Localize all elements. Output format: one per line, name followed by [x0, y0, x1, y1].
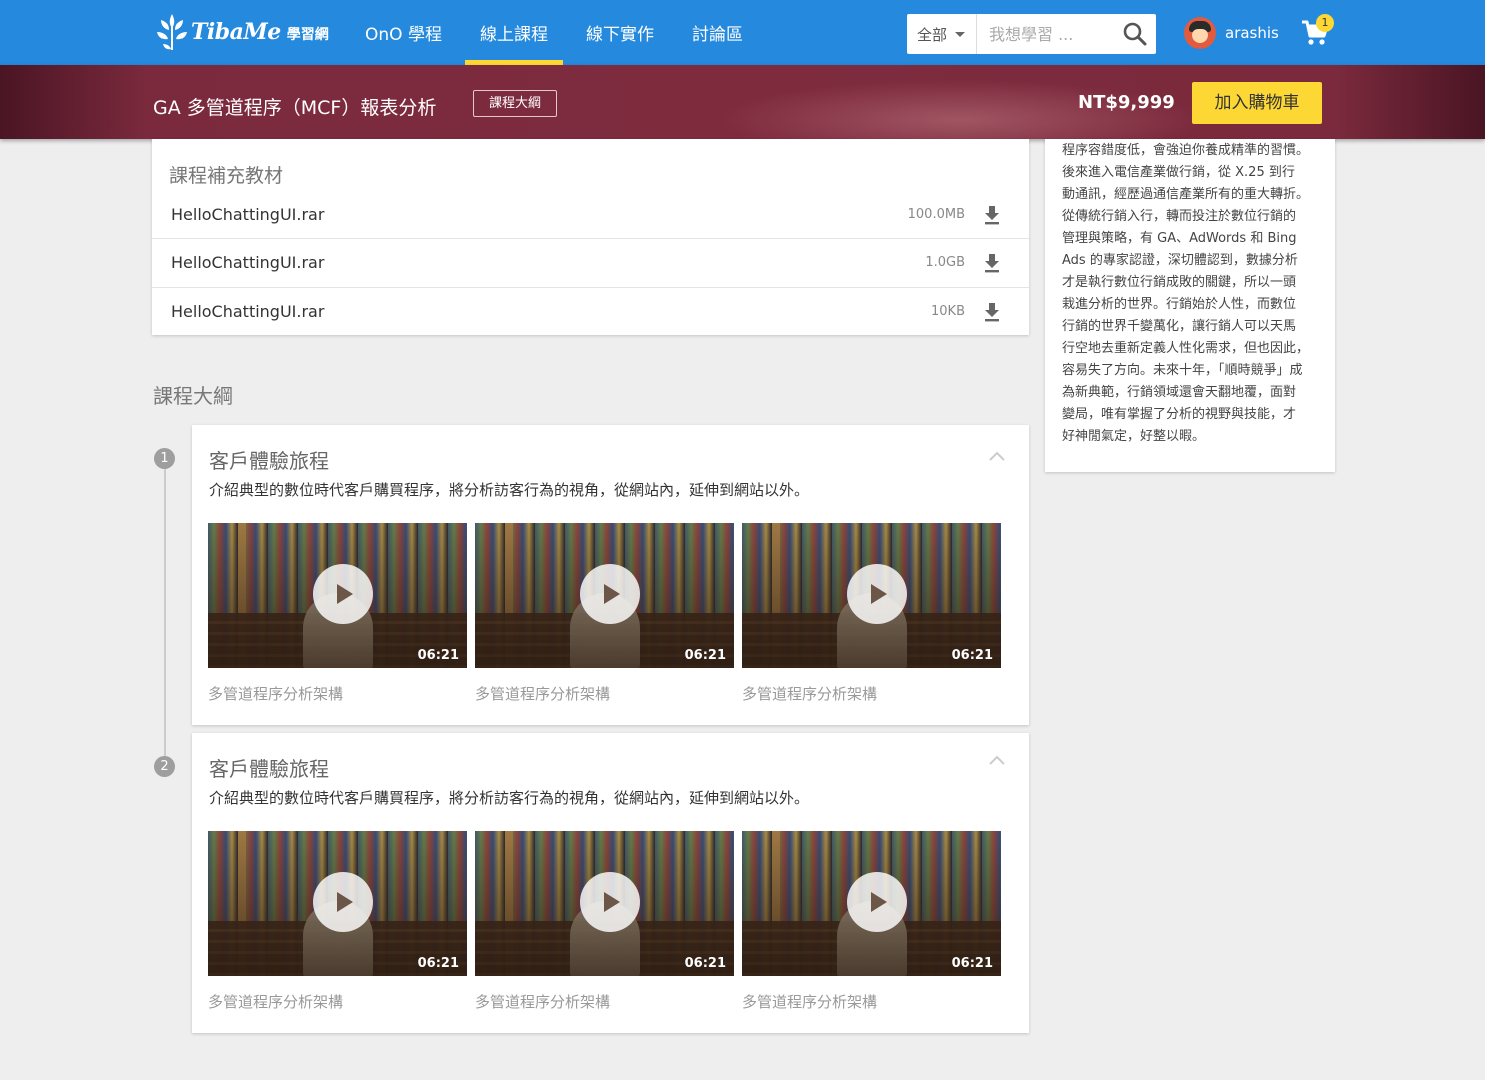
file-size: 100.0MB: [907, 207, 965, 222]
video-title[interactable]: 多管道程序分析架構: [475, 683, 734, 704]
video-title[interactable]: 多管道程序分析架構: [742, 991, 1001, 1012]
logo-subtitle: 學習網: [286, 27, 329, 43]
chapter-title: 客戶體驗旅程: [209, 757, 329, 781]
course-header-bar: GA 多管道程序（MCF）報表分析 課程大綱 NT$9,999 加入購物車: [0, 65, 1485, 139]
chevron-up-icon[interactable]: [989, 451, 1005, 461]
video-list: 06:21 多管道程序分析架構 06:21 多管道程序分析架構 06:21 多管…: [208, 831, 1009, 1012]
video-thumbnail[interactable]: 06:21: [475, 831, 734, 976]
username: arashis: [1225, 24, 1279, 42]
download-icon[interactable]: [983, 205, 1001, 225]
play-icon[interactable]: [579, 563, 641, 625]
bio-line: 才是執行數位行銷成敗的關鍵，所以一頭: [1062, 275, 1297, 290]
video-item[interactable]: 06:21 多管道程序分析架構: [742, 523, 1001, 704]
search-icon[interactable]: [1122, 21, 1148, 47]
video-thumbnail[interactable]: 06:21: [742, 523, 1001, 668]
video-title[interactable]: 多管道程序分析架構: [208, 683, 467, 704]
bio-line: 後來進入電信產業做行銷，從 X.25 到行: [1062, 165, 1295, 180]
bio-line: 行銷的世界千變萬化，讓行銷人可以天馬: [1062, 319, 1297, 334]
chapter-number-badge: 1: [154, 448, 175, 469]
file-name: HelloChattingUI.rar: [171, 205, 325, 224]
course-price: NT$9,999: [1078, 92, 1175, 113]
chapter-card: 客戶體驗旅程 介紹典型的數位時代客戶購買程序，將分析訪客行為的視角，從網站內，延…: [192, 425, 1029, 725]
file-name: HelloChattingUI.rar: [171, 302, 325, 321]
instructor-bio: 程序容錯度低，會強迫你養成精準的習慣。 後來進入電信產業做行銷，從 X.25 到…: [1062, 140, 1324, 448]
cart-count-badge: 1: [1316, 14, 1334, 32]
user-menu[interactable]: arashis: [1184, 17, 1279, 49]
bio-line: 從傳統行銷入行，轉而投注於數位行銷的: [1062, 209, 1297, 224]
site-logo[interactable]: TibaMe 學習網: [155, 10, 329, 54]
download-icon[interactable]: [983, 302, 1001, 322]
materials-title: 課程補充教材: [169, 165, 284, 187]
chapter-number-badge: 2: [154, 756, 175, 777]
video-duration: 06:21: [951, 956, 993, 971]
video-duration: 06:21: [417, 648, 459, 663]
video-item[interactable]: 06:21 多管道程序分析架構: [475, 523, 734, 704]
chevron-down-icon: [955, 31, 966, 37]
download-icon[interactable]: [983, 253, 1001, 273]
file-row[interactable]: HelloChattingUI.rar 100.0MB: [152, 191, 1029, 239]
play-icon[interactable]: [846, 563, 908, 625]
bio-line: 管理與策略，有 GA、AdWords 和 Bing: [1062, 231, 1297, 246]
bio-line: 行空地去重新定義人性化需求，但也因此，: [1062, 341, 1310, 356]
chapter-description: 介紹典型的數位時代客戶購買程序，將分析訪客行為的視角，從網站內，延伸到網站以外。: [209, 789, 810, 807]
video-duration: 06:21: [684, 648, 726, 663]
search-category-select[interactable]: 全部: [907, 14, 977, 54]
bio-line: 動通訊，經歷過通信產業所有的重大轉折。: [1062, 187, 1310, 202]
video-item[interactable]: 06:21 多管道程序分析架構: [208, 831, 467, 1012]
nav-online-courses[interactable]: 線上課程: [464, 0, 563, 65]
video-duration: 06:21: [417, 956, 459, 971]
top-navbar: TibaMe 學習網 OnO 學程 線上課程 線下實作 討論區 全部 arash…: [0, 0, 1485, 65]
instructor-bio-card: 程序容錯度低，會強迫你養成精準的習慣。 後來進入電信產業做行銷，從 X.25 到…: [1045, 139, 1335, 472]
file-size: 1.0GB: [925, 255, 965, 270]
file-name: HelloChattingUI.rar: [171, 253, 325, 272]
chapter-card: 客戶體驗旅程 介紹典型的數位時代客戶購買程序，將分析訪客行為的視角，從網站內，延…: [192, 733, 1029, 1033]
play-icon[interactable]: [846, 871, 908, 933]
video-title[interactable]: 多管道程序分析架構: [475, 991, 734, 1012]
search-category-value: 全部: [917, 25, 948, 44]
timeline-line: [164, 466, 166, 756]
file-size: 10KB: [931, 304, 965, 319]
file-row[interactable]: HelloChattingUI.rar 10KB: [152, 288, 1029, 336]
bio-line: 程序容錯度低，會強迫你養成精準的習慣。: [1062, 143, 1310, 158]
video-title[interactable]: 多管道程序分析架構: [208, 991, 467, 1012]
add-to-cart-button[interactable]: 加入購物車: [1192, 82, 1322, 124]
chevron-up-icon[interactable]: [989, 755, 1005, 765]
play-icon[interactable]: [579, 871, 641, 933]
nav-offline-workshops[interactable]: 線下實作: [571, 0, 669, 65]
video-item[interactable]: 06:21 多管道程序分析架構: [208, 523, 467, 704]
bio-line: 容易失了方向。未來十年，「順時競爭」成: [1062, 363, 1303, 378]
video-thumbnail[interactable]: 06:21: [475, 523, 734, 668]
search-bar: 全部: [907, 14, 1156, 54]
video-item[interactable]: 06:21 多管道程序分析架構: [742, 831, 1001, 1012]
course-title: GA 多管道程序（MCF）報表分析: [153, 97, 437, 119]
bio-line: 好神閒氣定，好整以暇。: [1062, 429, 1206, 444]
supplementary-materials-card: 課程補充教材 HelloChattingUI.rar 100.0MB Hello…: [152, 139, 1029, 335]
video-thumbnail[interactable]: 06:21: [208, 523, 467, 668]
bio-line: 變局，唯有掌握了分析的視野與技能，才: [1062, 407, 1297, 422]
nav-forum[interactable]: 討論區: [677, 0, 758, 65]
main-nav: OnO 學程 線上課程 線下實作 討論區: [350, 0, 766, 65]
course-outline-button[interactable]: 課程大綱: [473, 90, 557, 117]
file-row[interactable]: HelloChattingUI.rar 1.0GB: [152, 239, 1029, 288]
tibame-leaf-logo-icon: [157, 14, 187, 50]
chapter-description: 介紹典型的數位時代客戶購買程序，將分析訪客行為的視角，從網站內，延伸到網站以外。: [209, 481, 810, 499]
video-thumbnail[interactable]: 06:21: [208, 831, 467, 976]
video-thumbnail[interactable]: 06:21: [742, 831, 1001, 976]
search-input[interactable]: [977, 14, 1117, 54]
play-icon[interactable]: [312, 871, 374, 933]
video-list: 06:21 多管道程序分析架構 06:21 多管道程序分析架構 06:21 多管…: [208, 523, 1009, 704]
video-duration: 06:21: [684, 956, 726, 971]
bio-line: 為新典範，行銷領域還會天翻地覆，面對: [1062, 385, 1297, 400]
play-icon[interactable]: [312, 563, 374, 625]
syllabus-heading: 課程大綱: [153, 384, 233, 408]
chapter-title: 客戶體驗旅程: [209, 449, 329, 473]
bio-line: Ads 的專家認證，深切體認到，數據分析: [1062, 253, 1298, 268]
logo-text: TibaMe: [191, 19, 281, 45]
avatar: [1184, 17, 1216, 49]
video-item[interactable]: 06:21 多管道程序分析架構: [475, 831, 734, 1012]
video-duration: 06:21: [951, 648, 993, 663]
nav-ono-program[interactable]: OnO 學程: [350, 0, 457, 65]
video-title[interactable]: 多管道程序分析架構: [742, 683, 1001, 704]
bio-line: 栽進分析的世界。行銷始於人性，而數位: [1062, 297, 1297, 312]
